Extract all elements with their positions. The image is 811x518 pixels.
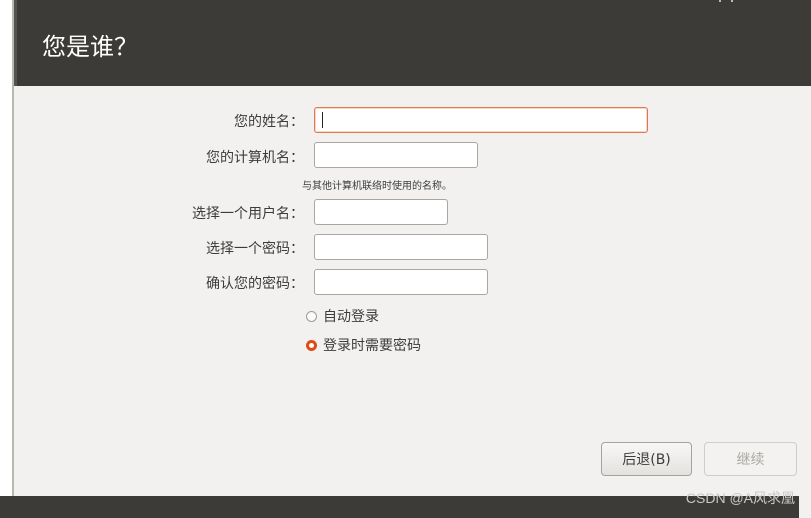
continue-button[interactable]: 继续 [704,442,797,476]
require-password-option[interactable]: 登录时需要密码 [306,335,421,355]
computer-name-label: 您的计算机名： [206,150,304,166]
require-password-label: 登录时需要密码 [323,338,421,354]
password-field[interactable] [314,234,488,260]
username-label: 选择一个用户名： [192,206,304,222]
page-title: 您是谁？ [42,33,138,61]
computer-name-field[interactable] [314,142,478,168]
back-button[interactable]: 后退(B) [601,442,692,476]
name-label: 您的姓名： [234,114,304,130]
password-label: 选择一个密码： [206,241,304,257]
auto-login-label: 自动登录 [323,309,379,325]
watermark: CSDN @A风求凰 [685,490,795,506]
name-field[interactable] [314,107,648,133]
header-bar: 您是谁？ [14,0,811,86]
radio-checked-icon[interactable] [306,339,317,351]
confirm-password-label: 确认您的密码： [206,276,304,292]
footer-bar [0,496,799,518]
computer-name-hint: 与其他计算机联络时使用的名称。 [302,181,452,192]
confirm-password-field[interactable] [314,269,488,295]
radio-unchecked-icon[interactable] [306,310,317,322]
text-cursor [322,112,323,128]
window-control-icon [719,0,733,2]
username-field[interactable] [314,199,448,225]
auto-login-option[interactable]: 自动登录 [306,306,379,326]
